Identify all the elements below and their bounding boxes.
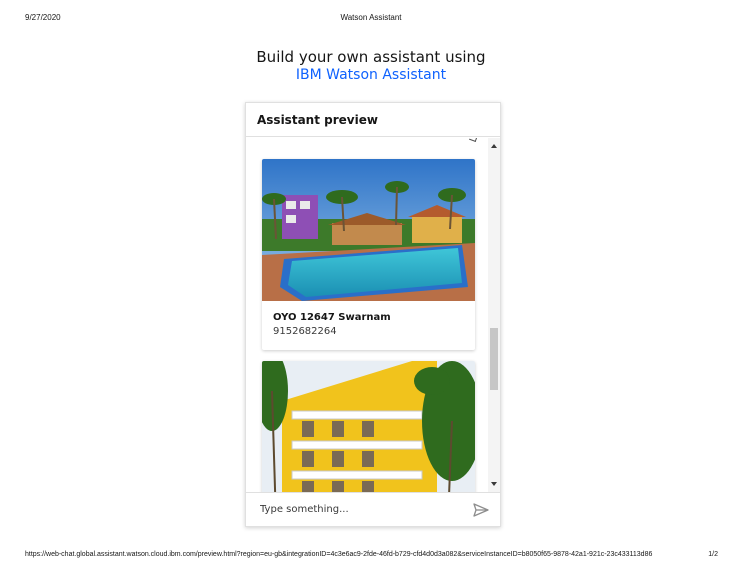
print-url: https://web-chat.global.assistant.watson…: [25, 551, 653, 558]
feed-scrollbar[interactable]: [488, 138, 500, 492]
hotel-phone: 9152682264: [273, 326, 337, 337]
scroll-thumb[interactable]: [490, 328, 498, 390]
message-input[interactable]: [258, 498, 472, 521]
hotel-card[interactable]: OYO 12647 Swarnam 9152682264: [262, 159, 475, 350]
heading-line-1: Build your own assistant using: [256, 48, 486, 66]
print-page-number: 1/2: [708, 551, 718, 558]
heading-product-name: IBM Watson Assistant: [295, 67, 447, 83]
panel-header: Assistant preview: [246, 103, 500, 137]
scroll-up-arrow-icon[interactable]: [491, 144, 497, 148]
panel-title: Assistant preview: [257, 112, 378, 127]
hotel-card[interactable]: [262, 361, 475, 492]
page-heading: Build your own assistant using IBM Watso…: [0, 48, 742, 84]
hotel-name: OYO 12647 Swarnam: [273, 312, 391, 323]
chat-feed[interactable]: OYO 12647 Swarnam 9152682264: [246, 138, 488, 492]
message-input-bar: [246, 492, 500, 526]
print-title: Watson Assistant: [340, 13, 402, 22]
send-icon[interactable]: [472, 501, 490, 519]
chevron-partial-icon: [469, 138, 478, 142]
scroll-down-arrow-icon[interactable]: [491, 482, 497, 486]
yellow-hotel-building-photo: [262, 361, 475, 492]
resort-pool-photo: [262, 159, 475, 301]
card-body: OYO 12647 Swarnam 9152682264: [262, 301, 475, 337]
assistant-preview-panel: Assistant preview OYO 12647 Swarnam 9152…: [245, 102, 501, 527]
